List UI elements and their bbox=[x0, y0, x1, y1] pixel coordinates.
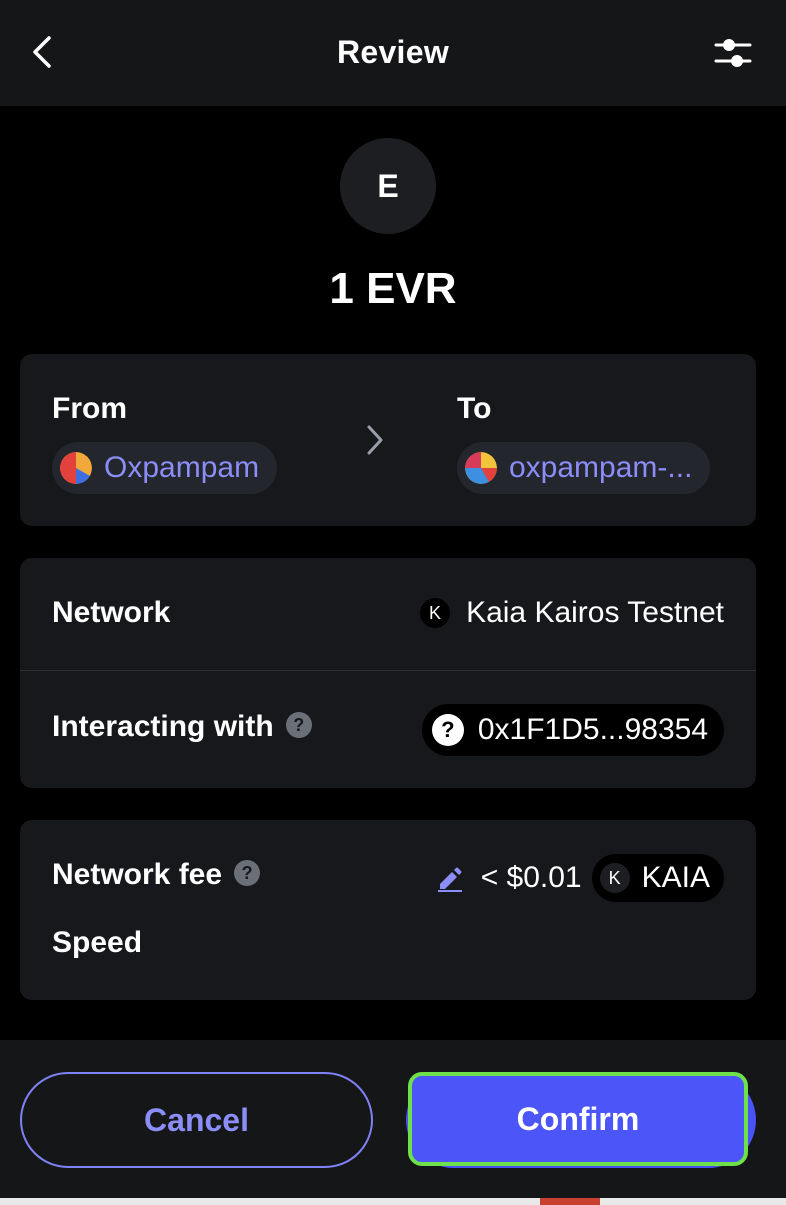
transfer-amount: 1 EVR bbox=[329, 264, 457, 313]
header-bar: Review bbox=[0, 0, 786, 106]
network-value: K Kaia Kairos Testnet bbox=[420, 596, 724, 630]
network-fee-value: < $0.01 K KAIA bbox=[435, 854, 724, 902]
page-title: Review bbox=[336, 34, 450, 70]
unknown-contract-icon: ? bbox=[431, 714, 464, 746]
kaia-token-icon: K bbox=[599, 863, 630, 893]
speed-label: Speed bbox=[52, 926, 143, 959]
interacting-label: Interacting with bbox=[52, 710, 274, 743]
divider bbox=[20, 670, 756, 671]
contract-address: 0x1F1D5...98354 bbox=[477, 713, 708, 746]
fee-token: KAIA bbox=[641, 861, 710, 894]
pencil-icon bbox=[437, 867, 462, 892]
network-name: Kaia Kairos Testnet bbox=[466, 596, 724, 629]
sliders-icon bbox=[714, 39, 752, 67]
cancel-button[interactable]: Cancel bbox=[20, 1072, 373, 1168]
to-account-pill[interactable]: oxpampam-... bbox=[457, 442, 711, 494]
account-avatar-icon bbox=[465, 452, 497, 484]
to-label: To bbox=[457, 392, 492, 425]
network-fee-card: Network fee? < $0.01 K KAIA Speed bbox=[20, 820, 756, 1000]
background-page-strip bbox=[0, 1198, 786, 1205]
token-avatar: E bbox=[340, 138, 436, 234]
kaia-network-icon: K bbox=[420, 598, 451, 628]
chevron-right-icon bbox=[360, 420, 390, 460]
from-account-pill[interactable]: Oxpampam bbox=[52, 442, 278, 494]
from-to-card: From Oxpampam To oxpampam-... bbox=[20, 354, 756, 526]
help-icon[interactable]: ? bbox=[285, 712, 312, 739]
edit-fee-button[interactable] bbox=[435, 863, 465, 893]
confirm-button[interactable]: Confirm bbox=[408, 1072, 748, 1166]
network-fee-label-row: Network fee? bbox=[52, 858, 261, 892]
background-page-fragment bbox=[540, 1198, 600, 1205]
settings-button[interactable] bbox=[710, 30, 756, 76]
to-account-name: oxpampam-... bbox=[509, 451, 693, 484]
fee-token-pill: K KAIA bbox=[591, 854, 724, 902]
fee-amount: < $0.01 bbox=[480, 861, 582, 894]
from-account-name: Oxpampam bbox=[104, 451, 260, 484]
help-icon[interactable]: ? bbox=[234, 860, 261, 887]
contract-address-pill[interactable]: ? 0x1F1D5...98354 bbox=[421, 704, 724, 756]
network-fee-label: Network fee bbox=[52, 858, 223, 891]
account-avatar-icon bbox=[60, 452, 92, 484]
footer-actions: Cancel Confirm bbox=[0, 1040, 786, 1205]
from-label: From bbox=[52, 392, 127, 425]
network-details-card: Network K Kaia Kairos Testnet Interactin… bbox=[20, 558, 756, 788]
interacting-label-row: Interacting with? bbox=[52, 710, 312, 744]
network-label: Network bbox=[52, 596, 171, 629]
